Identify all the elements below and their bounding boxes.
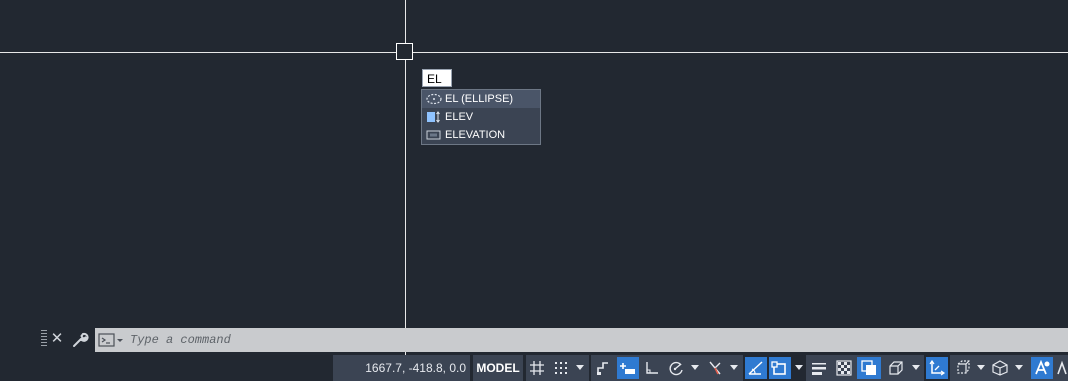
suggestion-ellipse[interactable]: EL (ELLIPSE) — [422, 90, 540, 108]
object-snap-tracking-icon[interactable] — [745, 357, 767, 379]
ellipse-icon — [426, 93, 442, 105]
object-snap-icon[interactable] — [769, 357, 791, 379]
dynamic-input-field[interactable]: EL — [422, 69, 452, 87]
lineweight-icon[interactable] — [808, 357, 830, 379]
elevation-icon — [426, 129, 442, 141]
suggestion-label: ELEV — [445, 111, 474, 123]
3dosnap-dropdown-icon[interactable] — [911, 357, 921, 379]
suggestion-label: EL (ELLIPSE) — [445, 93, 514, 105]
autoscale-icon[interactable] — [1055, 357, 1068, 379]
recent-commands-icon[interactable] — [98, 333, 124, 348]
command-line-grip-handle[interactable] — [41, 330, 47, 348]
suggestion-elevation[interactable]: ELEVATION — [422, 126, 540, 144]
gizmo-icon[interactable] — [989, 357, 1011, 379]
close-icon[interactable]: ✕ — [50, 331, 64, 347]
polar-tracking-icon[interactable] — [665, 357, 687, 379]
snap-dropdown-icon[interactable] — [575, 357, 585, 379]
crosshair-horizontal — [0, 52, 1068, 53]
dynamic-input-toggle-icon[interactable] — [617, 357, 639, 379]
pickbox-cursor — [396, 43, 413, 60]
dynamic-ucs-icon[interactable] — [926, 357, 948, 379]
suggestion-label: ELEVATION — [445, 129, 506, 141]
elev-icon — [426, 111, 442, 123]
model-space-button[interactable]: MODEL — [473, 355, 523, 381]
selection-cycling-icon[interactable] — [857, 357, 881, 379]
drawing-canvas[interactable] — [0, 0, 1068, 355]
filter-dropdown-icon[interactable] — [976, 357, 986, 379]
ortho-mode-icon[interactable] — [642, 357, 662, 379]
osnap-dropdown-icon[interactable] — [794, 357, 804, 379]
polar-dropdown-icon[interactable] — [690, 357, 700, 379]
snap-mode-icon[interactable] — [551, 357, 571, 379]
isodraft-dropdown-icon[interactable] — [729, 357, 739, 379]
command-suggestion-list: EL (ELLIPSE) ELEV ELEVATION — [421, 89, 541, 145]
3d-object-snap-icon[interactable] — [885, 357, 907, 379]
selection-filter-icon[interactable] — [952, 357, 974, 379]
command-input[interactable] — [130, 331, 1030, 349]
customize-wrench-icon[interactable] — [71, 331, 89, 349]
annotation-visibility-icon[interactable] — [1031, 357, 1053, 379]
coordinate-readout[interactable]: 1667.7, -418.8, 0.0 — [333, 355, 470, 381]
grid-display-icon[interactable] — [527, 357, 547, 379]
transparency-icon[interactable] — [833, 357, 855, 379]
suggestion-elev[interactable]: ELEV — [422, 108, 540, 126]
isometric-drafting-icon[interactable] — [704, 357, 726, 379]
gizmo-dropdown-icon[interactable] — [1014, 357, 1024, 379]
infer-constraints-icon[interactable] — [593, 357, 613, 379]
